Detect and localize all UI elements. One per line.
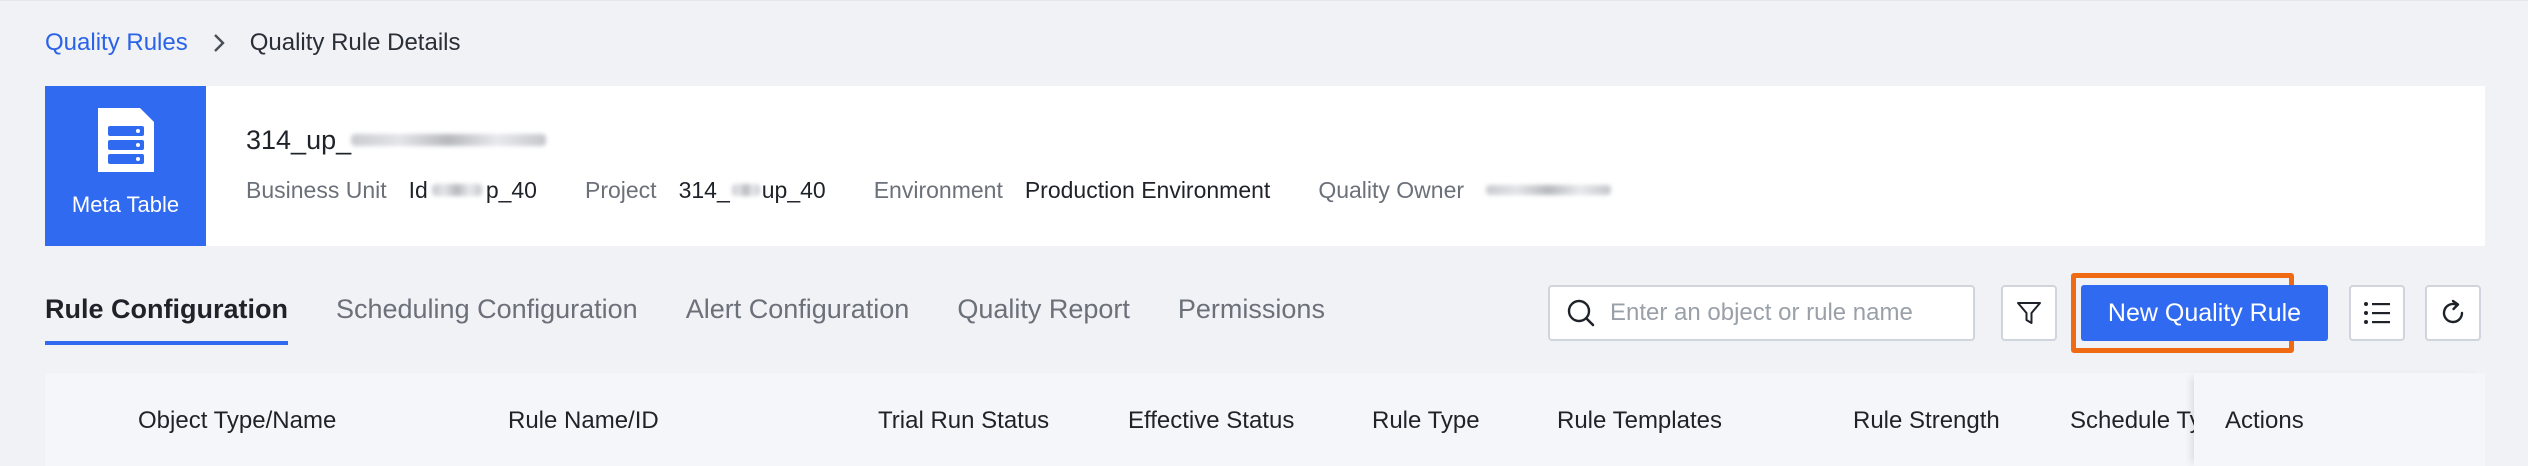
redacted-quality-owner (1486, 185, 1612, 195)
table-list-icon (97, 108, 154, 172)
list-view-button[interactable] (2349, 285, 2405, 341)
object-name-text: 314_up_ (246, 124, 352, 155)
tab-permissions[interactable]: Permissions (1178, 289, 1325, 345)
rules-table-header: Object Type/Name Rule Name/ID Trial Run … (45, 373, 2485, 466)
search-input[interactable] (1610, 299, 1970, 327)
business-unit-value: Id p_40 (409, 177, 537, 204)
chevron-right-icon (208, 32, 230, 54)
breadcrumb-quality-rules-link[interactable]: Quality Rules (45, 29, 188, 57)
column-rule-templates[interactable]: Rule Templates (1557, 407, 1722, 435)
list-icon (2364, 302, 2390, 324)
project-key: Project (584, 176, 657, 203)
quality-owner-key: Quality Owner (1318, 176, 1465, 203)
refresh-icon (2442, 299, 2464, 324)
detail-tabs: Rule Configuration Scheduling Configurat… (45, 289, 1325, 349)
business-unit-prefix: Id (408, 176, 428, 203)
filter-button[interactable] (2001, 285, 2057, 341)
redacted-object-name (351, 134, 547, 146)
quality-owner-value (1486, 185, 1612, 195)
tab-quality-report[interactable]: Quality Report (957, 289, 1130, 345)
filter-icon (2017, 302, 2041, 324)
tab-alert-configuration[interactable]: Alert Configuration (686, 289, 910, 345)
column-effective-status[interactable]: Effective Status (1128, 407, 1294, 435)
business-unit-suffix: p_40 (485, 176, 537, 203)
redacted-business-unit (431, 184, 482, 196)
column-rule-name-id[interactable]: Rule Name/ID (508, 407, 659, 435)
page: Quality Rules Quality Rule Details Meta … (0, 0, 2528, 466)
breadcrumb-current: Quality Rule Details (249, 29, 461, 56)
object-header-card: Meta Table 314_up_ Business Unit Id p_40… (45, 86, 2485, 246)
column-object-type-name[interactable]: Object Type/Name (138, 407, 336, 435)
business-unit-key: Business Unit (246, 176, 387, 203)
search-icon (1567, 299, 1595, 327)
actions-column-header: Actions (2194, 373, 2485, 466)
meta-table-tile: Meta Table (45, 86, 206, 246)
column-schedule-type[interactable]: Schedule Type (2070, 407, 2194, 435)
column-rule-type[interactable]: Rule Type (1372, 407, 1480, 435)
object-meta-row: Business Unit Id p_40 Project 314_ up_40… (246, 174, 1659, 206)
meta-table-label: Meta Table (71, 192, 180, 217)
project-suffix: up_40 (761, 176, 826, 203)
column-rule-strength[interactable]: Rule Strength (1853, 407, 2000, 435)
object-info: 314_up_ Business Unit Id p_40 Project 31… (206, 86, 1659, 246)
project-prefix: 314_ (678, 176, 730, 203)
environment-value: Production Environment (1024, 176, 1271, 203)
tab-rule-configuration[interactable]: Rule Configuration (45, 289, 288, 345)
column-actions: Actions (2225, 407, 2304, 434)
search-box (1548, 285, 1975, 341)
column-trial-run-status[interactable]: Trial Run Status (878, 407, 1049, 435)
redacted-project (731, 184, 760, 196)
project-value: 314_ up_40 (679, 177, 826, 204)
breadcrumb: Quality Rules Quality Rule Details (45, 27, 460, 59)
new-quality-rule-button[interactable]: New Quality Rule (2081, 285, 2328, 341)
environment-key: Environment (873, 176, 1003, 203)
object-name: 314_up_ (246, 124, 1659, 156)
tab-scheduling-configuration[interactable]: Scheduling Configuration (336, 289, 638, 345)
refresh-button[interactable] (2425, 285, 2481, 341)
